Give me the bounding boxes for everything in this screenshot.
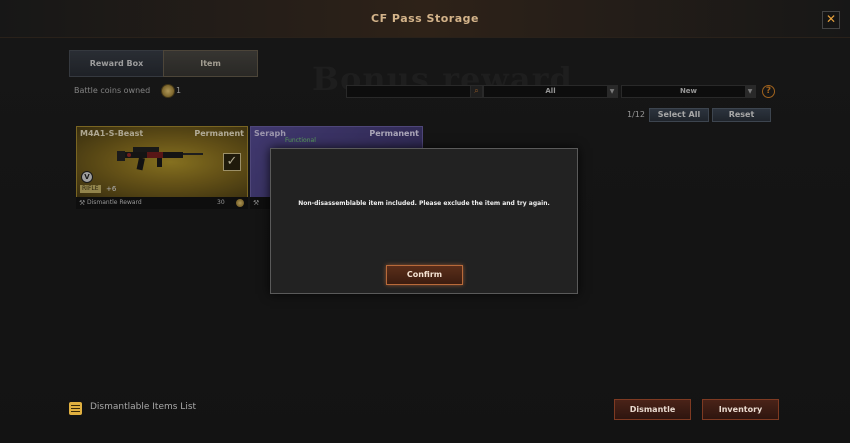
confirm-button[interactable]: Confirm [386,265,463,285]
dismantle-button[interactable]: Dismantle [614,399,691,420]
dialog-message: Non-disassemblable item included. Please… [298,200,550,207]
cf-pass-storage-window: CF Pass Storage ✕ Bonus reward Reward Bo… [0,0,850,443]
title-bar: CF Pass Storage ✕ [0,0,850,38]
window-title: CF Pass Storage [371,12,479,25]
dismantlable-items-list-label[interactable]: Dismantlable Items List [90,402,196,412]
close-icon[interactable]: ✕ [822,11,840,29]
alert-dialog: Non-disassemblable item included. Please… [270,148,578,294]
inventory-button[interactable]: Inventory [702,399,779,420]
list-icon[interactable] [69,402,82,415]
